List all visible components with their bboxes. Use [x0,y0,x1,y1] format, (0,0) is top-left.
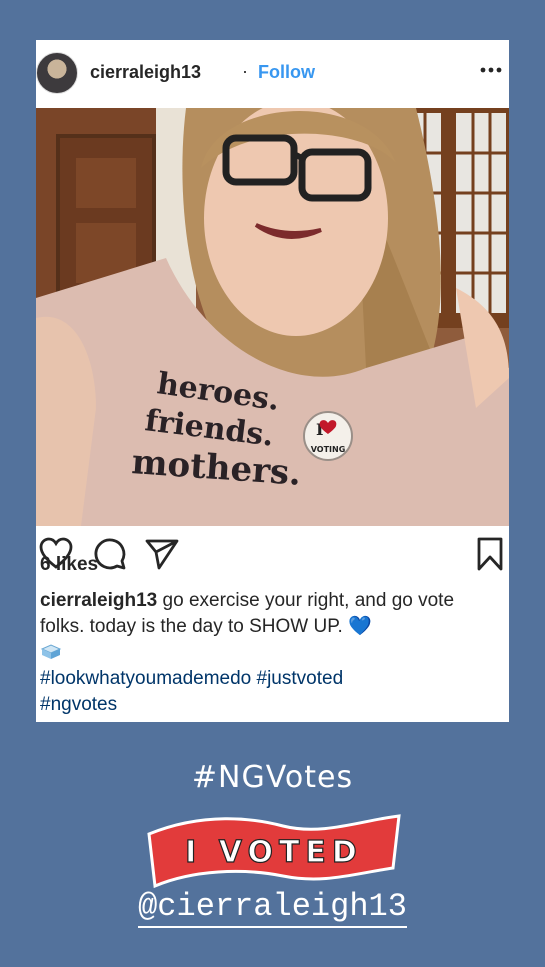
mention-text[interactable]: @cierraleigh13 [138,888,407,928]
pin-caption: VOTING [311,445,346,454]
ballot-box-icon [40,644,62,659]
caption-username[interactable]: cierraleigh13 [40,590,157,611]
separator-dot: · [242,61,248,81]
avatar[interactable] [36,52,78,94]
i-voted-sticker[interactable]: I VOTED [143,812,405,890]
bookmark-icon[interactable] [472,536,508,572]
hashtags-line-2[interactable]: #ngvotes [40,694,117,715]
story-mention[interactable]: @cierraleigh13 [0,888,545,928]
post-header: cierraleigh13 · Follow [36,40,509,108]
likes-count[interactable]: 6 likes [40,554,98,576]
follow-button[interactable]: Follow [258,62,315,83]
hashtags-line-1[interactable]: #lookwhatyoumademedo #justvoted [40,668,343,689]
post-caption: cierraleigh13 go exercise your right, an… [40,588,500,718]
selfie-image: heroes. friends. mothers. I VOTING [36,108,509,526]
sticker-text: I VOTED [185,835,363,870]
more-options-icon[interactable] [477,56,505,84]
post-photo[interactable]: heroes. friends. mothers. I VOTING [36,108,509,526]
post-actions [36,536,509,576]
post-username[interactable]: cierraleigh13 [90,62,201,83]
instagram-post-card: cierraleigh13 · Follow heroes. friends. … [36,40,509,722]
share-icon[interactable] [144,536,180,572]
story-hashtag[interactable]: #NGVotes [0,760,545,795]
